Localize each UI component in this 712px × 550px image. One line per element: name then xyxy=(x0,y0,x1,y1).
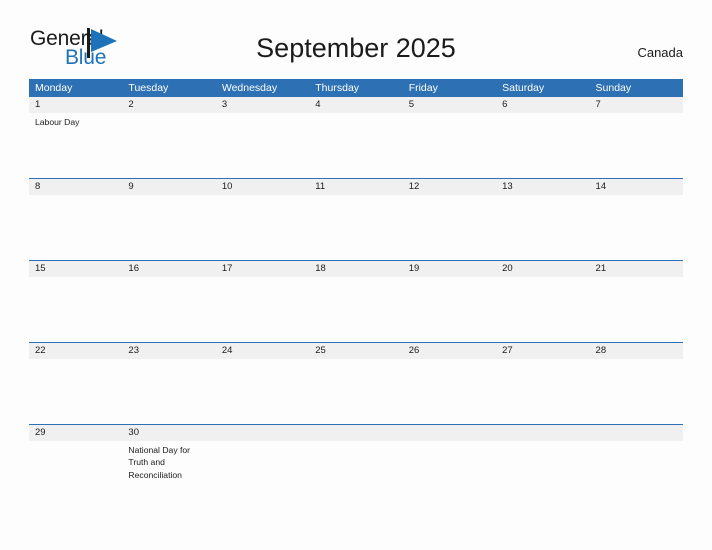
day-cell[interactable] xyxy=(309,113,402,178)
day-number[interactable]: 23 xyxy=(122,343,215,359)
day-cell[interactable] xyxy=(590,277,683,342)
day-number[interactable]: 15 xyxy=(29,261,122,277)
day-cell[interactable] xyxy=(590,113,683,178)
day-cell[interactable] xyxy=(29,277,122,342)
week-event-band xyxy=(29,195,683,260)
day-number[interactable]: 25 xyxy=(309,343,402,359)
day-number[interactable]: 30 xyxy=(122,425,215,441)
day-number[interactable]: 18 xyxy=(309,261,402,277)
week-row: 15 16 17 18 19 20 21 xyxy=(29,260,683,342)
page-title: September 2025 xyxy=(256,33,456,63)
day-number[interactable]: 12 xyxy=(403,179,496,195)
day-number[interactable]: 1 xyxy=(29,97,122,113)
weekday-header-monday: Monday xyxy=(35,82,73,94)
weekday-header-thursday: Thursday xyxy=(315,82,360,94)
weekday-header-sunday: Sunday xyxy=(595,82,632,94)
day-cell xyxy=(309,441,402,506)
day-cell[interactable] xyxy=(216,113,309,178)
day-number[interactable]: 2 xyxy=(122,97,215,113)
day-number[interactable]: 9 xyxy=(122,179,215,195)
week-event-band: Labour Day xyxy=(29,113,683,178)
day-cell[interactable] xyxy=(216,195,309,260)
day-number[interactable]: 14 xyxy=(590,179,683,195)
day-number[interactable]: 3 xyxy=(216,97,309,113)
day-cell xyxy=(496,441,589,506)
day-event-label: Labour Day xyxy=(35,117,80,127)
country-label: Canada xyxy=(637,45,683,60)
day-number xyxy=(403,425,496,441)
day-number xyxy=(309,425,402,441)
day-cell[interactable]: Labour Day xyxy=(29,113,122,178)
day-cell[interactable] xyxy=(309,359,402,424)
day-number[interactable]: 16 xyxy=(122,261,215,277)
day-cell[interactable] xyxy=(216,277,309,342)
day-cell[interactable] xyxy=(403,113,496,178)
weekday-header-tuesday: Tuesday xyxy=(128,82,169,94)
day-number[interactable]: 27 xyxy=(496,343,589,359)
day-cell[interactable] xyxy=(122,195,215,260)
day-number[interactable]: 28 xyxy=(590,343,683,359)
week-date-band: 15 16 17 18 19 20 21 xyxy=(29,260,683,277)
week-row: 1 2 3 4 5 6 7 Labour Day xyxy=(29,97,683,178)
day-cell[interactable] xyxy=(29,441,122,506)
day-number[interactable]: 24 xyxy=(216,343,309,359)
week-date-band: 8 9 10 11 12 13 14 xyxy=(29,178,683,195)
day-cell xyxy=(590,441,683,506)
day-number[interactable]: 8 xyxy=(29,179,122,195)
week-date-band: 22 23 24 25 26 27 28 xyxy=(29,342,683,359)
day-cell[interactable] xyxy=(29,359,122,424)
day-cell xyxy=(216,441,309,506)
day-number[interactable]: 19 xyxy=(403,261,496,277)
weekday-header-friday: Friday xyxy=(408,82,438,94)
day-cell[interactable] xyxy=(403,195,496,260)
weekday-header-saturday: Saturday xyxy=(502,82,545,94)
day-event-label: National Day for Truth and Reconciliatio… xyxy=(128,445,191,480)
day-number xyxy=(496,425,589,441)
day-number[interactable]: 22 xyxy=(29,343,122,359)
week-row: 22 23 24 25 26 27 28 xyxy=(29,342,683,424)
day-cell[interactable] xyxy=(496,195,589,260)
day-number[interactable]: 10 xyxy=(216,179,309,195)
day-cell[interactable] xyxy=(122,359,215,424)
day-number[interactable]: 4 xyxy=(309,97,402,113)
day-cell[interactable] xyxy=(122,113,215,178)
week-row: 29 30 National Day for Truth and Reconci… xyxy=(29,424,683,506)
day-cell[interactable] xyxy=(403,277,496,342)
day-cell[interactable] xyxy=(496,113,589,178)
day-cell[interactable] xyxy=(309,277,402,342)
day-number[interactable]: 11 xyxy=(309,179,402,195)
day-cell[interactable] xyxy=(590,195,683,260)
day-cell[interactable] xyxy=(403,359,496,424)
day-number[interactable]: 5 xyxy=(403,97,496,113)
week-event-band xyxy=(29,359,683,424)
day-number[interactable]: 21 xyxy=(590,261,683,277)
day-cell[interactable] xyxy=(496,359,589,424)
day-number[interactable]: 26 xyxy=(403,343,496,359)
day-number xyxy=(216,425,309,441)
day-number[interactable]: 17 xyxy=(216,261,309,277)
day-cell[interactable] xyxy=(216,359,309,424)
weekday-header-wednesday: Wednesday xyxy=(221,82,278,94)
week-row: 8 9 10 11 12 13 14 xyxy=(29,178,683,260)
day-number[interactable]: 29 xyxy=(29,425,122,441)
day-cell[interactable] xyxy=(29,195,122,260)
week-event-band xyxy=(29,277,683,342)
week-date-band: 1 2 3 4 5 6 7 xyxy=(29,97,683,113)
day-number[interactable]: 7 xyxy=(590,97,683,113)
day-cell[interactable] xyxy=(496,277,589,342)
day-cell[interactable] xyxy=(309,195,402,260)
page-header: General Blue September 2025 Canada xyxy=(0,0,712,78)
day-cell[interactable] xyxy=(590,359,683,424)
day-number[interactable]: 20 xyxy=(496,261,589,277)
week-event-band: National Day for Truth and Reconciliatio… xyxy=(29,441,683,506)
day-number xyxy=(590,425,683,441)
day-number[interactable]: 6 xyxy=(496,97,589,113)
day-cell[interactable] xyxy=(122,277,215,342)
calendar-grid: Monday Tuesday Wednesday Thursday Friday… xyxy=(29,79,683,506)
day-cell[interactable]: National Day for Truth and Reconciliatio… xyxy=(122,441,215,506)
day-number[interactable]: 13 xyxy=(496,179,589,195)
week-date-band: 29 30 xyxy=(29,424,683,441)
day-cell xyxy=(403,441,496,506)
weekday-header-row: Monday Tuesday Wednesday Thursday Friday… xyxy=(29,79,683,97)
